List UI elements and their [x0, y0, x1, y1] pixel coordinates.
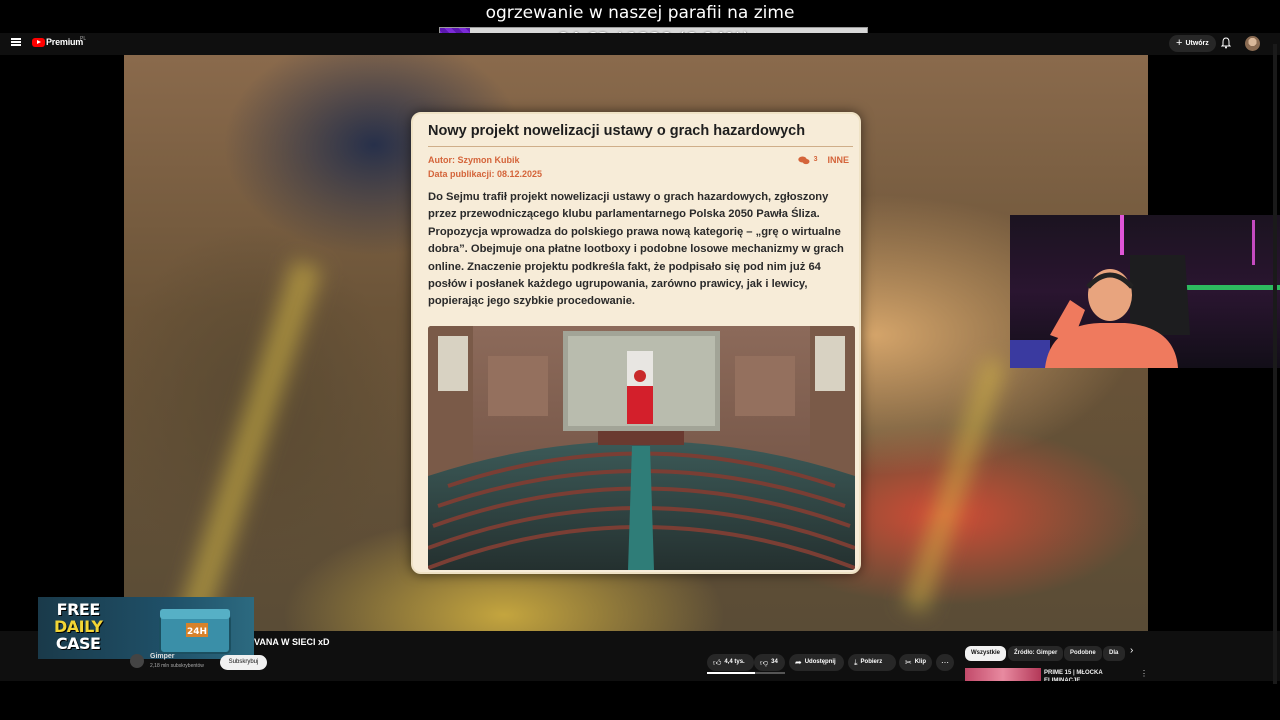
subscribe-button[interactable]: Subskrybuj: [220, 655, 267, 670]
share-label: Udostępnij: [804, 659, 836, 665]
chip-for-you[interactable]: Dla: [1103, 646, 1125, 661]
article-author: Autor: Szymon Kubik: [428, 155, 520, 165]
streamer-webcam: [1010, 215, 1280, 368]
chevron-right-icon[interactable]: ›: [1130, 645, 1133, 656]
free-daily-case-promo[interactable]: FREE DAILY CASE 24H: [38, 597, 254, 659]
notifications-bell-icon[interactable]: [1221, 37, 1231, 49]
hamburger-menu-icon[interactable]: [11, 38, 21, 46]
promo-line-3: CASE: [55, 634, 101, 653]
like-button[interactable]: 👍︎ 4,4 tys.: [707, 654, 754, 671]
promo-line-2: DAILY: [54, 617, 103, 636]
region-label: PL: [80, 36, 87, 42]
news-article-card: Nowy projekt nowelizacji ustawy o grach …: [411, 112, 861, 574]
plus-icon: +: [1176, 37, 1183, 49]
recommended-video-title[interactable]: PRIME 15 | MŁÓCKA ELIMINACJE: [1044, 669, 1134, 681]
create-button[interactable]: + Utwórz: [1169, 35, 1216, 52]
video-title: VANA W SIECI xD: [254, 637, 330, 647]
channel-name[interactable]: Gimper: [150, 653, 175, 660]
more-dots-icon: ⋯: [941, 658, 949, 667]
like-ratio-bar: [707, 672, 785, 674]
title-divider: [428, 146, 853, 147]
scissors-icon: ✂: [905, 658, 912, 667]
youtube-premium-label[interactable]: Premium: [46, 37, 83, 47]
recommended-more-icon[interactable]: ⋮: [1140, 669, 1148, 678]
video-player[interactable]: Nowy projekt nowelizacji ustawy o grach …: [124, 55, 1148, 631]
subscriber-count: 2,18 mln subskrybentów: [150, 663, 204, 669]
share-button[interactable]: ➦ Udostępnij: [789, 654, 844, 671]
share-icon: ➦: [795, 658, 802, 667]
case-box-icon: 24H: [159, 609, 231, 654]
comments-icon: [797, 156, 810, 164]
thumbs-up-icon: 👍︎: [713, 658, 722, 667]
youtube-logo-icon[interactable]: [32, 38, 45, 47]
clip-label: Klip: [914, 659, 927, 665]
article-category: INNE: [827, 155, 849, 165]
like-count: 4,4 tys.: [724, 659, 745, 665]
dislike-count: 34: [771, 659, 778, 665]
user-avatar[interactable]: [1245, 36, 1260, 51]
dislike-button[interactable]: 👎︎ 34: [754, 654, 785, 671]
article-meta: Autor: Szymon Kubik Data publikacji: 08.…: [428, 153, 851, 181]
article-title: Nowy projekt nowelizacji ustawy o grach …: [428, 123, 806, 139]
promo-line-1: FREE: [56, 600, 101, 619]
promo-text: FREE DAILY CASE: [54, 600, 103, 653]
download-button[interactable]: ⤓ Pobierz: [848, 654, 896, 671]
article-meta-right: 3 INNE: [797, 153, 849, 167]
youtube-top-bar: Premium PL + Utwórz: [0, 33, 1280, 55]
chip-related[interactable]: Podobne: [1064, 646, 1102, 661]
create-label: Utwórz: [1185, 40, 1209, 47]
clip-button[interactable]: ✂ Klip: [899, 654, 932, 671]
stream-title: ogrzewanie w naszej parafii na zime: [485, 3, 795, 23]
more-actions-button[interactable]: ⋯: [936, 654, 954, 671]
article-date: Data publikacji: 08.12.2025: [428, 169, 543, 179]
recommended-video-thumbnail[interactable]: [965, 668, 1041, 681]
download-label: Pobierz: [860, 659, 883, 665]
download-icon: ⤓: [854, 658, 858, 667]
chip-all[interactable]: Wszystkie: [965, 646, 1007, 661]
channel-avatar[interactable]: [130, 654, 144, 668]
comments-count: 3: [813, 156, 818, 163]
promo-badge: 24H: [187, 627, 207, 637]
page-scrollbar[interactable]: [1273, 44, 1277, 684]
thumbs-down-icon: 👎︎: [760, 658, 769, 667]
chip-source[interactable]: Źródło: Gimper: [1008, 646, 1064, 661]
article-body: Do Sejmu trafił projekt nowelizacji usta…: [428, 191, 844, 308]
sejm-chamber-photo: [428, 326, 855, 570]
